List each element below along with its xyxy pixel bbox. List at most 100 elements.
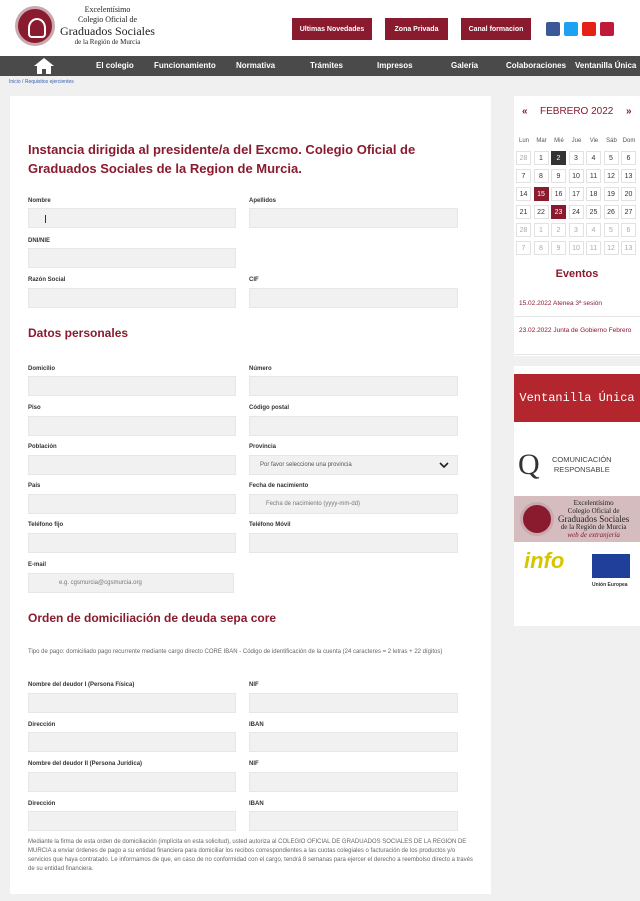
calendar-day[interactable]: 7: [516, 241, 531, 255]
nav-item-el-colegio[interactable]: El colegio: [96, 61, 134, 70]
ventanilla-unica-banner[interactable]: Ventanilla Única: [514, 374, 640, 422]
nav-item-funcionamiento[interactable]: Funcionamiento: [154, 61, 216, 70]
calendar-prev-button[interactable]: «: [522, 106, 528, 117]
pais-input[interactable]: [28, 494, 236, 514]
calendar-day[interactable]: 11: [586, 241, 601, 255]
poblacion-input[interactable]: [28, 455, 236, 475]
extranjeria-banner[interactable]: Excelentísimo Colegio Oficial de Graduad…: [514, 496, 640, 542]
calendar-dow: Dom: [622, 138, 636, 144]
calendar-day[interactable]: 1: [533, 151, 549, 165]
event-item[interactable]: 23.02.2022 Junta de Gobierno Febrero: [519, 325, 637, 336]
calendar-day[interactable]: 8: [533, 241, 549, 255]
telefono-movil-input[interactable]: [249, 533, 458, 553]
ultimas-novedades-button[interactable]: Ultimas Novedades: [292, 18, 372, 40]
calendar-day[interactable]: 24: [568, 205, 584, 219]
nav-item-ventanilla-unica[interactable]: Ventanilla Única: [575, 61, 636, 70]
direccion-2-input[interactable]: [28, 811, 236, 831]
email-input[interactable]: e.g. cgsmurcia@cgsmurcia.org: [28, 573, 234, 593]
calendar-day[interactable]: 18: [586, 187, 601, 201]
domicilio-input[interactable]: [28, 376, 236, 396]
calendar-day[interactable]: 8: [533, 169, 549, 183]
calendar-day[interactable]: 20: [621, 187, 636, 201]
nif-2-input[interactable]: [249, 772, 458, 792]
calendar-next-button[interactable]: »: [626, 106, 632, 117]
apellidos-input[interactable]: [249, 208, 458, 228]
provincia-label: Provincia: [249, 444, 277, 450]
calendar-day[interactable]: 12: [603, 169, 619, 183]
calendar-day[interactable]: 25: [586, 205, 601, 219]
calendar-day[interactable]: 15: [533, 187, 549, 201]
canal-formacion-button[interactable]: Canal formacion: [461, 18, 531, 40]
calendar-day[interactable]: 27: [621, 205, 636, 219]
calendar-day[interactable]: 16: [551, 187, 566, 201]
telefono-fijo-label: Teléfono fijo: [28, 522, 64, 528]
nav-item-colaboraciones[interactable]: Colaboraciones: [506, 61, 566, 70]
fecha-nacimiento-input[interactable]: Fecha de nacimiento (yyyy-mm-dd): [249, 494, 458, 514]
site-logo[interactable]: Excelentísimo Colegio Oficial de Graduad…: [15, 5, 155, 47]
calendar-day[interactable]: 6: [621, 223, 636, 237]
calendar-day[interactable]: 11: [586, 169, 601, 183]
calendar-day[interactable]: 4: [586, 223, 601, 237]
calendar-day[interactable]: 14: [516, 187, 531, 201]
calendar-day[interactable]: 19: [603, 187, 619, 201]
mail-icon[interactable]: [600, 22, 614, 36]
deudor-1-input[interactable]: [28, 693, 236, 713]
calendar-day[interactable]: 4: [586, 151, 601, 165]
iban-1-input[interactable]: [249, 732, 458, 752]
calendar-day[interactable]: 5: [603, 151, 619, 165]
logo-line-3: Graduados Sociales: [60, 24, 155, 38]
calendar-day[interactable]: 13: [621, 241, 636, 255]
calendar-day[interactable]: 3: [568, 223, 584, 237]
twitter-icon[interactable]: [564, 22, 578, 36]
cif-input[interactable]: [249, 288, 458, 308]
nombre-input[interactable]: [28, 208, 236, 228]
calendar-day[interactable]: 22: [533, 205, 549, 219]
nav-item-tramites[interactable]: Trámites: [310, 61, 343, 70]
nav-item-impresos[interactable]: Impresos: [377, 61, 413, 70]
codigo-postal-input[interactable]: [249, 416, 458, 436]
eu-funding-banner[interactable]: info Unión Europea: [524, 548, 634, 608]
deudor-2-input[interactable]: [28, 772, 236, 792]
calendar-day[interactable]: 6: [621, 151, 636, 165]
calendar-day[interactable]: 12: [603, 241, 619, 255]
calendar-day[interactable]: 2: [551, 151, 566, 165]
calendar-day[interactable]: 26: [603, 205, 619, 219]
dni-input[interactable]: [28, 248, 236, 268]
calendar-day[interactable]: 21: [516, 205, 531, 219]
iban-1-label: IBAN: [249, 722, 264, 728]
calendar-day[interactable]: 17: [568, 187, 584, 201]
razon-social-input[interactable]: [28, 288, 236, 308]
home-icon[interactable]: [33, 57, 55, 75]
calendar-day[interactable]: 13: [621, 169, 636, 183]
piso-input[interactable]: [28, 416, 236, 436]
poblacion-label: Población: [28, 444, 57, 450]
calendar-day[interactable]: 10: [568, 169, 584, 183]
calendar-widget: « FEBRERO 2022 » Lun Mar Mié Jue Vie Sáb Dom 28…: [514, 96, 640, 356]
calendar-day[interactable]: 9: [551, 241, 566, 255]
breadcrumb[interactable]: Inicio / Requisitos ejercientes: [9, 79, 74, 85]
direccion-1-input[interactable]: [28, 732, 236, 752]
calendar-day[interactable]: 23: [551, 205, 566, 219]
facebook-icon[interactable]: [546, 22, 560, 36]
calendar-day[interactable]: 9: [551, 169, 566, 183]
iban-2-input[interactable]: [249, 811, 458, 831]
nav-item-normativa[interactable]: Normativa: [236, 61, 275, 70]
calendar-day[interactable]: 5: [603, 223, 619, 237]
youtube-icon[interactable]: [582, 22, 596, 36]
numero-input[interactable]: [249, 376, 458, 396]
telefono-fijo-input[interactable]: [28, 533, 236, 553]
calendar-day[interactable]: 10: [568, 241, 584, 255]
nif-1-input[interactable]: [249, 693, 458, 713]
calendar-day[interactable]: 1: [533, 223, 549, 237]
calendar-day[interactable]: 28: [516, 223, 531, 237]
event-item[interactable]: 15.02.2022 Atenea 3ª sesión: [519, 298, 637, 309]
codigo-postal-label: Código postal: [249, 405, 289, 411]
nav-item-galeria[interactable]: Galería: [451, 61, 478, 70]
calendar-day[interactable]: 7: [516, 169, 531, 183]
zona-privada-button[interactable]: Zona Privada: [385, 18, 448, 40]
calendar-day[interactable]: 2: [551, 223, 566, 237]
calendar-day[interactable]: 28: [516, 151, 531, 165]
provincia-select[interactable]: Por favor seleccione una provincia: [249, 455, 458, 475]
comunicacion-responsable-banner[interactable]: Q COMUNICACIÓN RESPONSABLE: [514, 444, 640, 486]
calendar-day[interactable]: 3: [568, 151, 584, 165]
